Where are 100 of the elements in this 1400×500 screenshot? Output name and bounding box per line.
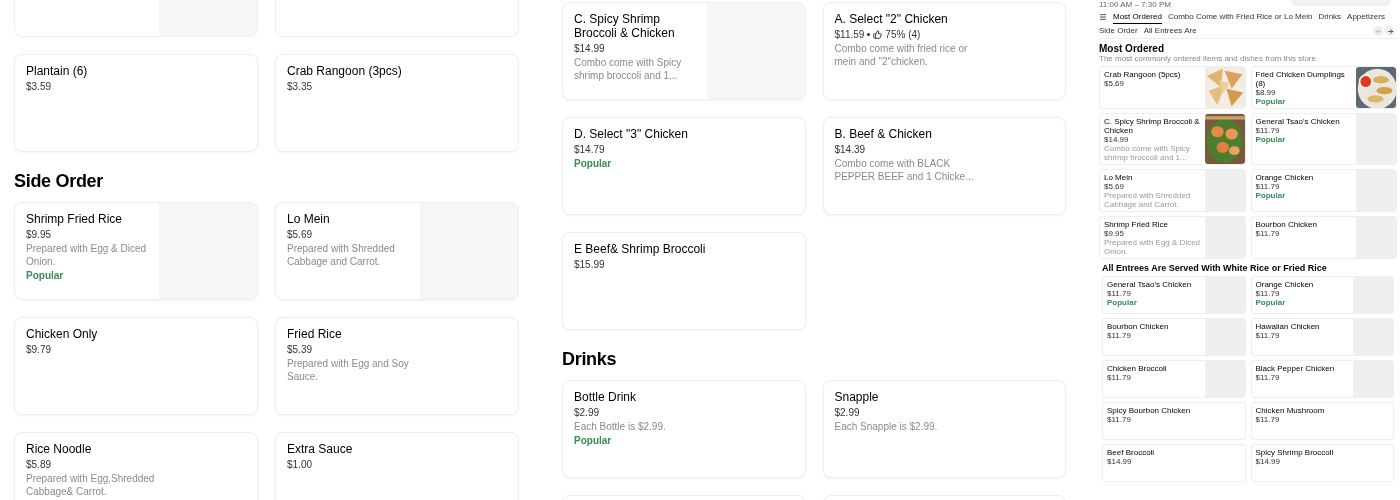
menu-card[interactable]: Orange Chicken $11.79 Popular	[1250, 276, 1394, 314]
section-heading: Most Ordered	[1099, 43, 1165, 54]
menu-card[interactable]: C. Spicy Shrimp Broccoli & Chicken $14.99 Combo come with Spicy shrimp broccoli and 1...	[1099, 113, 1246, 165]
menu-card[interactable]: Crab Rangoon (5pcs) $5.69	[1099, 66, 1246, 109]
separator-dot-icon	[867, 33, 871, 36]
category-tab[interactable]: Most Ordered	[1113, 10, 1162, 24]
next-button[interactable]	[1385, 26, 1395, 36]
menu-card[interactable]: Beef Broccoli $14.99	[1102, 444, 1246, 482]
item-description: Combo come with BLACK PEPPER BEEF and 1 Chicke...	[834, 157, 975, 183]
item-description: Combo come with Spicy shrimp broccoli and 1...	[574, 56, 683, 82]
item-name: B. Beef & Chicken	[834, 127, 933, 141]
item-price: $11.79	[1107, 289, 1132, 298]
item-description: Prepared with Egg & Diced Onion.	[26, 242, 148, 268]
item-description: Prepared with Shredded Cabbage and Carrot.	[1104, 191, 1192, 209]
menu-card[interactable]: General Tsao's Chicken $11.79 Popular	[1250, 113, 1397, 165]
item-description: Prepared with Egg,Shredded Cabbage& Carrot.	[26, 472, 156, 498]
menu-card[interactable]: Shrimp Fried Rice $9.95 Prepared with Egg & Diced Onion.	[1099, 216, 1246, 259]
item-name: Plantain (6)	[26, 64, 89, 78]
menu-icon[interactable]	[1099, 13, 1107, 21]
item-price: $11.79	[1255, 126, 1281, 135]
item-price: $14.99	[1107, 457, 1133, 466]
item-name: Chicken Mushroom	[1255, 406, 1326, 415]
popular-label: Popular	[574, 157, 613, 170]
menu-card[interactable]: Plantain (6) $3.59	[14, 54, 258, 152]
item-price: $11.79	[1107, 373, 1132, 382]
menu-card[interactable]: Spicy Shrimp Broccoli $14.99	[1250, 444, 1394, 482]
category-tab[interactable]: Drinks	[1318, 10, 1342, 24]
item-price: $9.95	[26, 228, 52, 241]
popular-label: Popular	[1255, 135, 1287, 144]
menu-card[interactable]: Black Pepper Chicken $11.79	[1250, 360, 1394, 398]
item-description: Each Snapple is $2.99.	[834, 420, 939, 433]
item-name: Orange Chicken	[1255, 173, 1315, 182]
menu-card[interactable]: Hawaiian Chicken $11.79	[1250, 318, 1394, 356]
menu-card[interactable]: Chicken Mushroom $11.79	[1250, 402, 1394, 440]
menu-card[interactable]: Shrimp Fried Rice $9.95 Prepared with Egg & Diced Onion. Popular	[14, 202, 258, 300]
item-price: $11.79	[1255, 229, 1281, 238]
menu-card[interactable]: Fried Rice $5.39 Prepared with Egg and Soy Sauce.	[275, 317, 519, 415]
menu-card[interactable]: Rice Noodle $5.89 Prepared with Egg,Shredded Cabbage& Carrot.	[14, 432, 258, 500]
item-name: Black Pepper Chicken	[1255, 364, 1336, 373]
item-name: Chicken Only	[26, 327, 99, 341]
menu-card[interactable]: Bottle Drink $2.99 Each Bottle is $2.99. Popular	[562, 380, 806, 478]
item-name: Hawaiian Chicken	[1255, 322, 1321, 331]
item-name: Crab Rangoon (3pcs)	[287, 64, 403, 78]
item-price: $11.79	[1107, 415, 1132, 424]
menu-card[interactable]: Extra Sauce $1.00	[275, 432, 519, 500]
item-name: Shrimp Fried Rice	[1104, 220, 1169, 229]
menu-card[interactable]: Crab Rangoon (3pcs) $3.35	[275, 54, 519, 152]
menu-card[interactable]: B. Beef & Chicken $14.39 Combo come with BLACK PEPPER BEEF and 1 Chicke...	[822, 117, 1066, 215]
section-subtitle: The most commonly ordered items and dishes from this store	[1099, 54, 1317, 63]
item-price: $11.79	[1255, 415, 1281, 424]
item-name: Beef Broccoli	[1107, 448, 1156, 457]
item-price: $11.79	[1255, 373, 1281, 382]
item-price: $5.89	[26, 458, 52, 471]
category-tab[interactable]: Appetizers	[1347, 10, 1385, 24]
item-name: Crab Rangoon (5pcs)	[1104, 70, 1182, 79]
item-name: D. Select "3" Chicken	[574, 127, 689, 141]
item-price: $1.00	[287, 458, 313, 471]
category-tab[interactable]: Side Order	[1099, 24, 1138, 38]
popular-label: Popular	[26, 269, 65, 282]
menu-card[interactable]: Bourbon Chicken $11.79	[1102, 318, 1246, 356]
item-name: Lo Mein	[1104, 173, 1134, 182]
item-price: $5.39	[287, 343, 313, 356]
item-price: $2.99	[834, 406, 860, 419]
menu-card[interactable]: Chicken Only $9.79	[14, 317, 258, 415]
menu-card[interactable]: Lo Mein $5.69 Prepared with Shredded Cabbage and Carrot.	[1099, 169, 1246, 212]
item-name: Spicy Bourbon Chicken	[1107, 406, 1192, 415]
category-tab[interactable]: All Entrees Are	[1143, 24, 1197, 38]
popular-label: Popular	[574, 434, 613, 447]
item-name: Shrimp Fried Rice	[26, 212, 124, 226]
item-name: C. Spicy Shrimp Broccoli & Chicken	[1104, 117, 1201, 135]
item-description: Prepared with Shredded Cabbage and Carrot.	[287, 242, 396, 268]
item-price: $5.69	[1104, 182, 1126, 191]
menu-card[interactable]: Spicy Bourbon Chicken $11.79	[1102, 402, 1246, 440]
popular-label: Popular	[1255, 191, 1287, 200]
thumbs-up-icon	[873, 30, 883, 39]
category-tab[interactable]: Combo Come with Fried Rice or Lo Mein	[1167, 10, 1313, 24]
menu-card[interactable]: Snapple $2.99 Each Snapple is $2.99.	[822, 380, 1066, 478]
menu-card[interactable]: General Tsao's Chicken $11.79 Popular	[1102, 276, 1246, 314]
item-price: $9.79	[26, 343, 52, 356]
menu-card[interactable]: Chicken Broccoli $11.79	[1102, 360, 1246, 398]
item-name: Lo Mein	[287, 212, 331, 226]
menu-card[interactable]: C. Spicy Shrimp Broccoli & Chicken $14.99 Combo come with Spicy shrimp broccoli and 1...	[562, 2, 806, 100]
section-heading: All Entrees Are Served With White Rice or Fried Rice	[1102, 263, 1328, 273]
menu-card[interactable]: E Beef& Shrimp Broccoli $15.99	[562, 232, 806, 330]
item-price: $14.99	[574, 42, 605, 55]
item-name: C. Spicy Shrimp Broccoli & Chicken	[574, 12, 676, 40]
item-name: Bourbon Chicken	[1255, 220, 1318, 229]
section-heading: Side Order	[14, 170, 105, 193]
menu-card[interactable]: Bourbon Chicken $11.79	[1250, 216, 1397, 259]
menu-card[interactable]: Fried Chicken Dumplings (8) $8.99 Popular	[1250, 66, 1397, 109]
menu-card[interactable]: Orange Chicken $11.79 Popular	[1250, 169, 1397, 212]
item-name: E Beef& Shrimp Broccoli	[574, 242, 707, 256]
item-name: General Tsao's Chicken	[1107, 280, 1193, 289]
item-price: $5.69	[1104, 79, 1126, 88]
menu-card[interactable]: D. Select "3" Chicken $14.79 Popular	[562, 117, 806, 215]
item-price: $9.95	[1104, 229, 1126, 238]
item-name: Chicken Broccoli	[1107, 364, 1168, 373]
menu-card[interactable]: A. Select "2" Chicken $11.59 75% (4) Combo come with fried rice or mein and "2"chicken.	[822, 2, 1066, 100]
menu-card[interactable]: Lo Mein $5.69 Prepared with Shredded Cabbage and Carrot.	[275, 202, 519, 300]
store-hours: 11:00 AM – 7:30 PM	[1099, 0, 1171, 9]
